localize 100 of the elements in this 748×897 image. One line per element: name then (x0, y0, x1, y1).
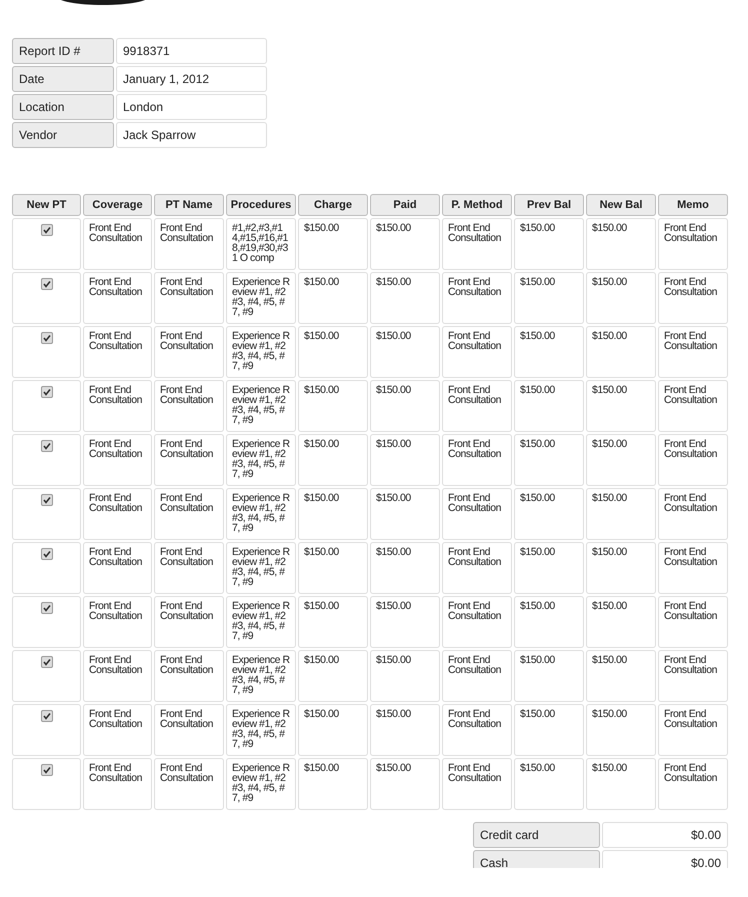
payment-amount: $0.00 (602, 850, 728, 868)
table-cell: $150.00 (514, 488, 584, 540)
table-cell: $150.00 (586, 434, 656, 486)
table-cell: $150.00 (298, 380, 368, 432)
table-cell: $150.00 (298, 326, 368, 378)
table-cell: $150.00 (514, 596, 584, 648)
checkbox[interactable] (40, 440, 52, 452)
table-cell: $150.00 (586, 488, 656, 540)
table-cell: Front End Consultation (658, 434, 728, 486)
payment-label: Credit card (473, 822, 600, 848)
checkbox[interactable] (40, 656, 52, 668)
table-cell: Front End Consultation (442, 758, 512, 810)
table-cell: $150.00 (586, 380, 656, 432)
table-cell: Experience Review #1, #2 #3, #4, #5, #7, #9 (226, 326, 296, 378)
table-cell: Front End Consultation (154, 596, 224, 648)
checkbox[interactable] (40, 224, 52, 236)
table-cell: $150.00 (370, 650, 440, 702)
table-cell: Front End Consultation (658, 758, 728, 810)
table-cell: $150.00 (514, 218, 584, 270)
checkbox[interactable] (40, 764, 52, 776)
table-cell: Front End Consultation (442, 380, 512, 432)
table-cell: $150.00 (370, 542, 440, 594)
field-label: Vendor (12, 122, 114, 148)
table-cell: $150.00 (586, 650, 656, 702)
table-cell: Front End Consultation (154, 380, 224, 432)
table-cell: $150.00 (370, 434, 440, 486)
table-cell: Front End Consultation (83, 650, 152, 702)
table-cell: Front End Consultation (442, 488, 512, 540)
table-cell: $150.00 (586, 542, 656, 594)
table-cell: $150.00 (370, 380, 440, 432)
payment-label: Cash (473, 850, 600, 868)
column-header: New Bal (586, 194, 656, 216)
column-header: P. Method (442, 194, 512, 216)
table-cell: $150.00 (298, 758, 368, 810)
table-cell: #1,#2,#3,#14,#15,#16,#18,#19,#30,#31 O comp (226, 218, 296, 270)
table-cell: Front End Consultation (658, 326, 728, 378)
table-cell: $150.00 (298, 704, 368, 756)
table-cell: Experience Review #1, #2 #3, #4, #5, #7, #9 (226, 272, 296, 324)
table-cell: Front End Consultation (442, 542, 512, 594)
column-header: PT Name (154, 194, 224, 216)
table-cell: Front End Consultation (83, 326, 152, 378)
table-cell: $150.00 (370, 488, 440, 540)
column-header: New PT (12, 194, 81, 216)
checkbox[interactable] (40, 386, 52, 398)
table-cell: Front End Consultation (658, 704, 728, 756)
table-cell: Front End Consultation (154, 326, 224, 378)
column-header: Memo (658, 194, 728, 216)
field-label: Location (12, 94, 114, 120)
table-cell: $150.00 (514, 272, 584, 324)
table-cell: $150.00 (514, 704, 584, 756)
checkbox[interactable] (40, 602, 52, 614)
table-cell: $150.00 (370, 596, 440, 648)
table-cell: $150.00 (298, 650, 368, 702)
column-header: Prev Bal (514, 194, 584, 216)
table-cell: Experience Review #1, #2 #3, #4, #5, #7, #9 (226, 380, 296, 432)
table-cell: Front End Consultation (442, 218, 512, 270)
table-cell: $150.00 (298, 434, 368, 486)
table-cell: Experience Review #1, #2 #3, #4, #5, #7, #9 (226, 758, 296, 810)
checkbox[interactable] (40, 332, 52, 344)
table-cell: Front End Consultation (154, 488, 224, 540)
checkbox[interactable] (40, 710, 52, 722)
table-cell: $150.00 (298, 542, 368, 594)
table-cell: Front End Consultation (442, 434, 512, 486)
table-cell: Front End Consultation (83, 596, 152, 648)
table-cell: Front End Consultation (658, 488, 728, 540)
table-cell: Front End Consultation (154, 434, 224, 486)
checkbox[interactable] (40, 548, 52, 560)
table-cell: $150.00 (514, 758, 584, 810)
table-cell: $150.00 (298, 596, 368, 648)
table-cell: Front End Consultation (442, 704, 512, 756)
column-header: Charge (298, 194, 368, 216)
table-cell: Front End Consultation (442, 650, 512, 702)
table-cell: $150.00 (514, 650, 584, 702)
table-cell: Experience Review #1, #2 #3, #4, #5, #7, #9 (226, 650, 296, 702)
field-value: Jack Sparrow (116, 122, 267, 148)
table-cell: $150.00 (514, 380, 584, 432)
table-cell: Front End Consultation (658, 542, 728, 594)
table-cell: Front End Consultation (83, 434, 152, 486)
table-cell: Front End Consultation (83, 218, 152, 270)
table-cell: Front End Consultation (154, 650, 224, 702)
table-cell: Experience Review #1, #2 #3, #4, #5, #7, #9 (226, 488, 296, 540)
table-cell: Front End Consultation (442, 326, 512, 378)
table-cell: Front End Consultation (154, 218, 224, 270)
column-header: Coverage (83, 194, 152, 216)
field-value: 9918371 (116, 38, 267, 64)
table-cell: $150.00 (370, 758, 440, 810)
checkbox[interactable] (40, 278, 52, 290)
table-cell: $150.00 (586, 596, 656, 648)
table-cell: $150.00 (586, 704, 656, 756)
table-cell: $150.00 (370, 272, 440, 324)
table-cell: $150.00 (298, 272, 368, 324)
checkbox[interactable] (40, 494, 52, 506)
table-cell: $150.00 (514, 434, 584, 486)
table-cell: Front End Consultation (658, 596, 728, 648)
table-cell: Front End Consultation (658, 272, 728, 324)
field-label: Date (12, 66, 114, 92)
table-cell: $150.00 (586, 758, 656, 810)
column-header: Procedures (226, 194, 296, 216)
table-cell: Front End Consultation (658, 650, 728, 702)
table-cell: Front End Consultation (154, 272, 224, 324)
